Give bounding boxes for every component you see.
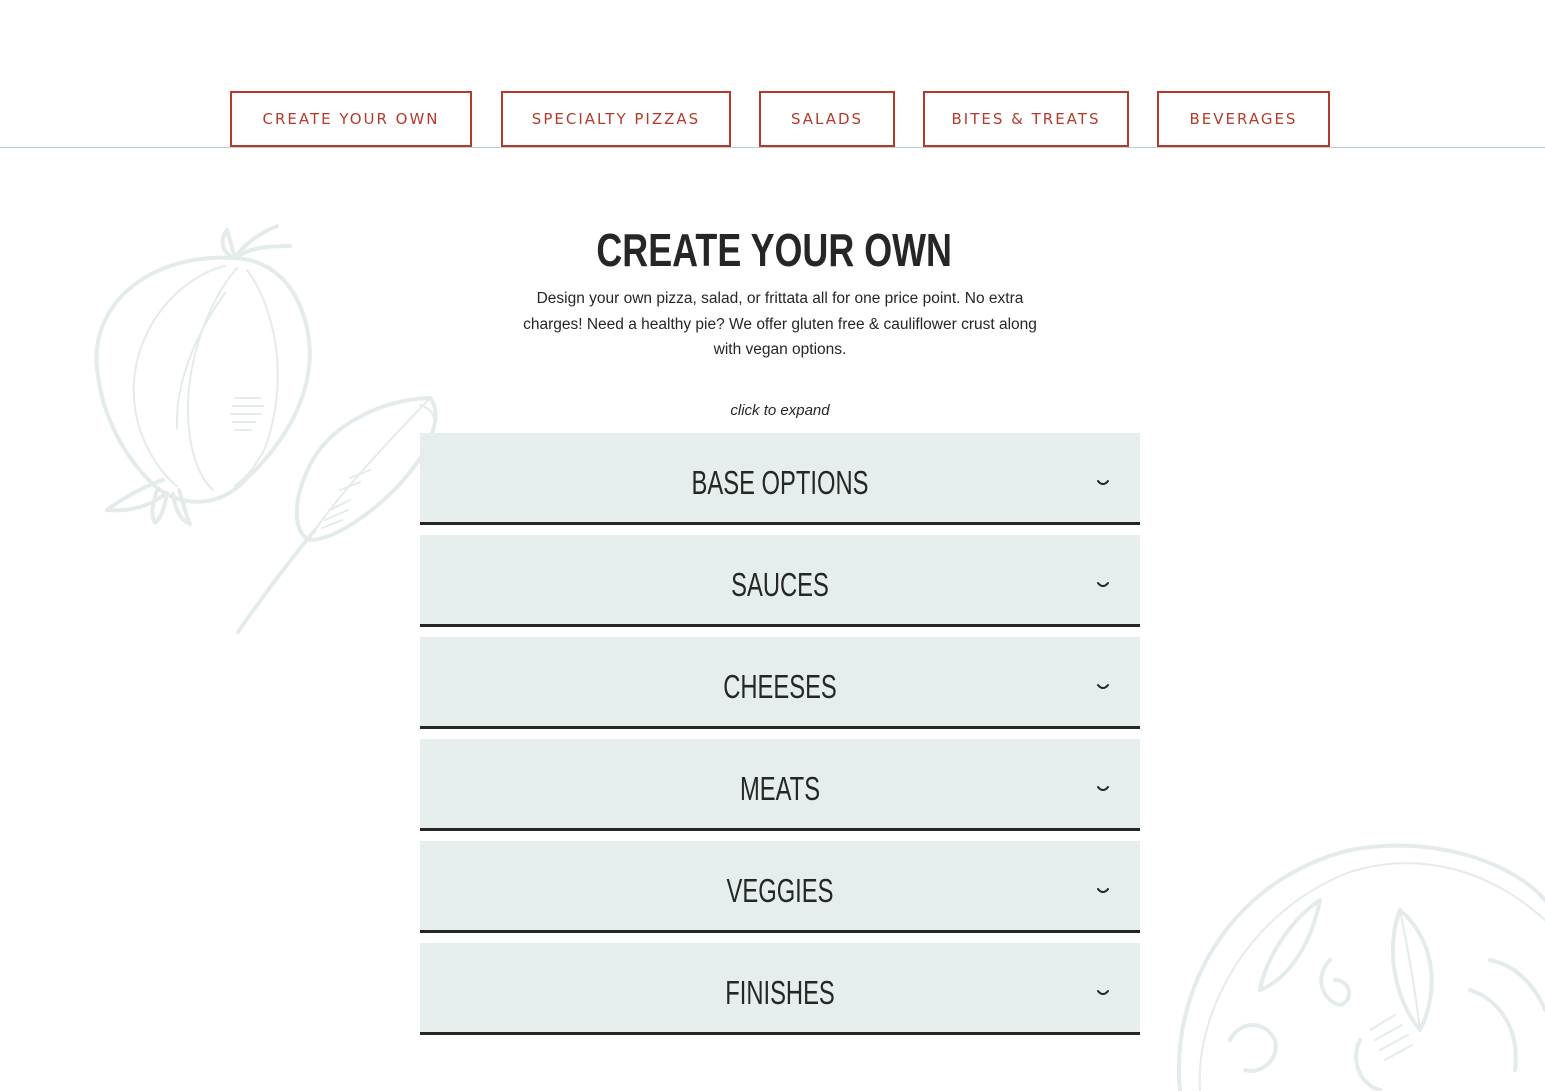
- category-nav: CREATE YOUR OWN SPECIALTY PIZZAS SALADS …: [0, 91, 1545, 148]
- nav-divider: [0, 147, 1545, 148]
- chevron-down-icon: [1096, 677, 1110, 689]
- accordion-item-sauces[interactable]: SAUCES: [420, 535, 1140, 627]
- leaf-sketch-icon: [236, 396, 438, 634]
- accordion-item-finishes[interactable]: FINISHES: [420, 943, 1140, 1035]
- accordion-item-veggies[interactable]: VEGGIES: [420, 841, 1140, 933]
- accordion-item-meats[interactable]: MEATS: [420, 739, 1140, 831]
- chevron-down-icon: [1096, 473, 1110, 485]
- nav-beverages-button[interactable]: BEVERAGES: [1157, 91, 1330, 147]
- section-description: Design your own pizza, salad, or frittat…: [523, 290, 1037, 358]
- nav-bites-treats-button[interactable]: BITES & TREATS: [923, 91, 1129, 147]
- accordion-item-cheeses[interactable]: CHEESES: [420, 637, 1140, 729]
- section-title: CREATE YOUR OWN: [596, 224, 952, 276]
- accordion-label: SAUCES: [731, 566, 829, 603]
- accordion-label: BASE OPTIONS: [691, 464, 869, 501]
- accordion-label: VEGGIES: [726, 872, 834, 909]
- options-accordion: BASE OPTIONS SAUCES CHEESES MEATS VEGGIE…: [420, 433, 1140, 1045]
- nav-salads-button[interactable]: SALADS: [759, 91, 895, 147]
- pizza-sketch-icon: [1177, 843, 1545, 1091]
- nav-specialty-pizzas-button[interactable]: SPECIALTY PIZZAS: [501, 91, 731, 147]
- accordion-label: FINISHES: [725, 974, 835, 1011]
- accordion-label: CHEESES: [723, 668, 837, 705]
- accordion-item-base-options[interactable]: BASE OPTIONS: [420, 433, 1140, 525]
- nav-create-your-own-button[interactable]: CREATE YOUR OWN: [230, 91, 472, 147]
- chevron-down-icon: [1096, 779, 1110, 791]
- accordion-label: MEATS: [739, 770, 821, 807]
- chevron-down-icon: [1096, 881, 1110, 893]
- expand-hint: click to expand: [730, 402, 830, 419]
- chevron-down-icon: [1096, 983, 1110, 995]
- chevron-down-icon: [1096, 575, 1110, 587]
